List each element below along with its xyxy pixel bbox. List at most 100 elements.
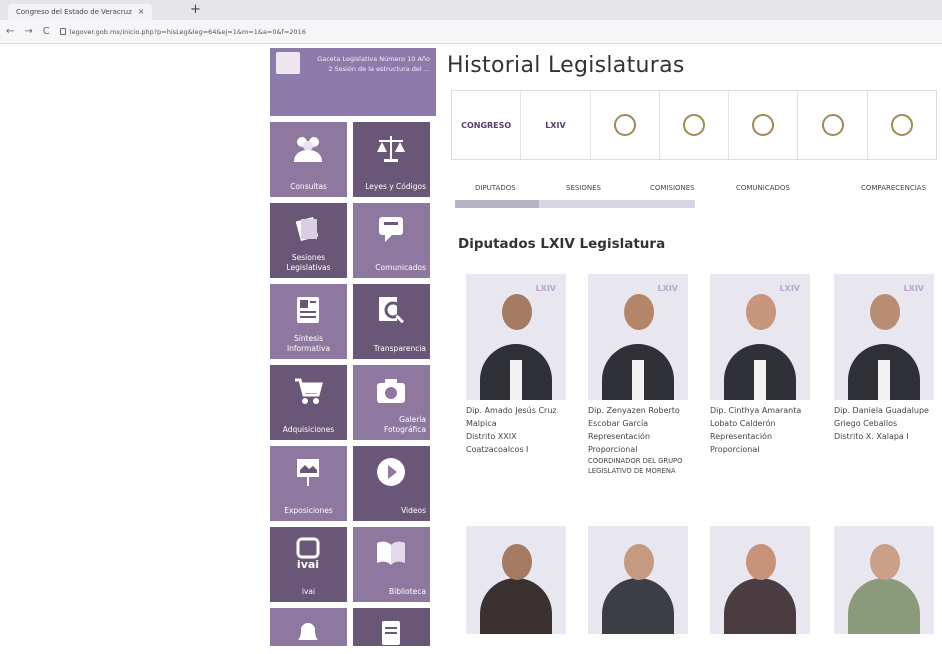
- seal-icon[interactable]: [798, 91, 868, 159]
- section-subtitle: Diputados LXIV Legislatura: [458, 236, 666, 252]
- deputy-info: Dip. Daniela Guadalupe Griego Ceballos Di…: [834, 404, 934, 443]
- deputy-name: Dip. Daniela Guadalupe Griego Ceballos: [834, 406, 929, 428]
- ivai-logo-icon: ivai: [292, 537, 324, 571]
- url-text: legover.gob.mx/inicio.php?p=hisLeg&leg=6…: [69, 27, 306, 36]
- logo-strip: CONGRESO LXIV: [451, 90, 937, 160]
- menu-tile-label: Consultas: [290, 182, 327, 191]
- browser-tab-bar: Congreso del Estado de Veracruz × +: [0, 0, 942, 20]
- close-tab-icon[interactable]: ×: [138, 5, 145, 19]
- browser-tab[interactable]: Congreso del Estado de Veracruz ×: [8, 4, 153, 20]
- seal-icon[interactable]: [660, 91, 730, 159]
- deputy-card[interactable]: LXIV Dip. Cinthya Amaranta Lobato Calderó…: [710, 274, 810, 456]
- deputy-info: Dip. Zenyazen Roberto Escobar García Repr…: [588, 404, 688, 476]
- gaceta-text: Gaceta Legislativa Número 10 Año 2 Sesió…: [317, 55, 430, 73]
- deputy-card[interactable]: LXIV Dip. Amado Jesús Cruz Malpica Distrit…: [466, 274, 566, 456]
- deputy-card[interactable]: [710, 526, 810, 634]
- photo-shirt: [754, 360, 766, 400]
- menu-tile-item-13[interactable]: [353, 608, 430, 646]
- photo-head: [746, 294, 776, 330]
- menu-tile-leyes-y-c-digos[interactable]: Leyes y Códigos: [353, 122, 430, 197]
- tab-comparecencias[interactable]: COMPARECENCIAS: [861, 178, 926, 192]
- lxiv-watermark-icon: LXIV: [657, 284, 678, 293]
- deputy-photo[interactable]: [834, 526, 934, 634]
- gaceta-banner[interactable]: Gaceta Legislativa Número 10 Año 2 Sesió…: [270, 48, 436, 116]
- photo-head: [502, 294, 532, 330]
- menu-tile-ivai[interactable]: ivai ivai: [270, 527, 347, 602]
- menu-tile-s-ntesis-informativa[interactable]: Síntesis Informativa: [270, 284, 347, 359]
- menu-tile-transparencia[interactable]: Transparencia: [353, 284, 430, 359]
- deputy-info: Dip. Amado Jesús Cruz Malpica Distrito XX…: [466, 404, 566, 456]
- tab-indicator-active: [455, 200, 539, 208]
- menu-tile-comunicados[interactable]: Comunicados: [353, 203, 430, 278]
- photo-body: [848, 578, 920, 634]
- address-bar[interactable]: legover.gob.mx/inicio.php?p=hisLeg&leg=6…: [59, 27, 306, 36]
- camera-icon: [375, 375, 407, 407]
- menu-tile-label: Galería Fotográfica: [383, 415, 426, 434]
- tab-comunicados[interactable]: COMUNICADOS: [736, 178, 790, 192]
- seal-mark: [821, 114, 844, 136]
- tab-comisiones[interactable]: COMISIONES: [650, 178, 695, 192]
- congreso-logo-icon[interactable]: CONGRESO: [452, 91, 522, 159]
- easel-icon: [292, 456, 324, 488]
- tab-indicator: [455, 200, 695, 208]
- new-tab-icon[interactable]: +: [190, 2, 201, 17]
- menu-tile-biblioteca[interactable]: Biblioteca: [353, 527, 430, 602]
- menu-tile-exposiciones[interactable]: Exposiciones: [270, 446, 347, 521]
- deputy-name: Dip. Zenyazen Roberto Escobar García: [588, 406, 680, 428]
- lock-icon: [59, 28, 66, 35]
- lxiv-watermark-icon: LXIV: [779, 284, 800, 293]
- people-icon: [292, 132, 324, 164]
- back-icon[interactable]: ←: [6, 26, 14, 37]
- menu-tile-item-12[interactable]: [270, 608, 347, 646]
- photo-shirt: [510, 360, 522, 400]
- deputy-district: Distrito XXIX Coatzacoalcos I: [466, 432, 529, 454]
- menu-tile-consultas[interactable]: Consultas: [270, 122, 347, 197]
- tab-diputados[interactable]: DIPUTADOS: [475, 178, 516, 192]
- deputy-card[interactable]: LXIV Dip. Zenyazen Roberto Escobar García…: [588, 274, 688, 476]
- deputy-photo[interactable]: LXIV: [710, 274, 810, 400]
- deputy-district: Representación Proporcional: [710, 432, 773, 454]
- deputy-photo[interactable]: [710, 526, 810, 634]
- menu-tile-adquisiciones[interactable]: Adquisiciones: [270, 365, 347, 440]
- deputy-photo[interactable]: LXIV: [834, 274, 934, 400]
- speech-icon: [375, 213, 407, 245]
- tab-sesiones[interactable]: SESIONES: [566, 178, 601, 192]
- deputy-card[interactable]: [588, 526, 688, 634]
- deputy-role: COORDINADOR DEL GRUPO LEGISLATIVO DE MOR…: [588, 457, 683, 475]
- menu-tile-label: Sesiones Legislativas: [286, 253, 331, 272]
- menu-tile-sesiones-legislativas[interactable]: Sesiones Legislativas: [270, 203, 347, 278]
- photo-head: [624, 544, 654, 580]
- deputy-photo[interactable]: LXIV: [466, 274, 566, 400]
- menu-tile-label: Adquisiciones: [282, 425, 335, 434]
- deputy-name: Dip. Amado Jesús Cruz Malpica: [466, 406, 557, 428]
- menu-tile-label: ivai: [301, 587, 316, 596]
- menu-tile-label: Biblioteca: [388, 587, 426, 596]
- reload-icon[interactable]: C: [43, 26, 50, 37]
- deputy-card[interactable]: [466, 526, 566, 634]
- photo-head: [502, 544, 532, 580]
- seal-icon[interactable]: [868, 91, 936, 159]
- deputy-photo[interactable]: LXIV: [588, 274, 688, 400]
- seal-mark: [890, 114, 913, 136]
- menu-tile-label: Exposiciones: [284, 506, 333, 515]
- photo-head: [746, 544, 776, 580]
- seal-icon[interactable]: [729, 91, 799, 159]
- deputy-card[interactable]: LXIV Dip. Daniela Guadalupe Griego Ceball…: [834, 274, 934, 443]
- logo-text: LXIV: [545, 120, 566, 130]
- lxiv-watermark-icon: LXIV: [535, 284, 556, 293]
- section-tabs: DIPUTADOS SESIONES COMISIONES COMUNICADOS CO…: [451, 178, 937, 198]
- menu-tile-videos[interactable]: Videos: [353, 446, 430, 521]
- menu-tile-galer-a-fotogr-fica[interactable]: Galería Fotográfica: [353, 365, 430, 440]
- svg-text:ivai: ivai: [297, 558, 319, 569]
- deputy-photo[interactable]: [588, 526, 688, 634]
- photo-shirt: [878, 360, 890, 400]
- deputy-card[interactable]: [834, 526, 934, 634]
- menu-tile-label: Videos: [401, 506, 426, 515]
- deputy-photo[interactable]: [466, 526, 566, 634]
- bell-icon: [292, 618, 324, 650]
- document-icon: [276, 52, 300, 74]
- forward-icon[interactable]: →: [24, 26, 32, 37]
- menu-tile-label: Síntesis Informativa: [286, 334, 331, 353]
- seal-icon[interactable]: [591, 91, 660, 159]
- lxiv-logo-icon[interactable]: LXIV: [521, 91, 591, 159]
